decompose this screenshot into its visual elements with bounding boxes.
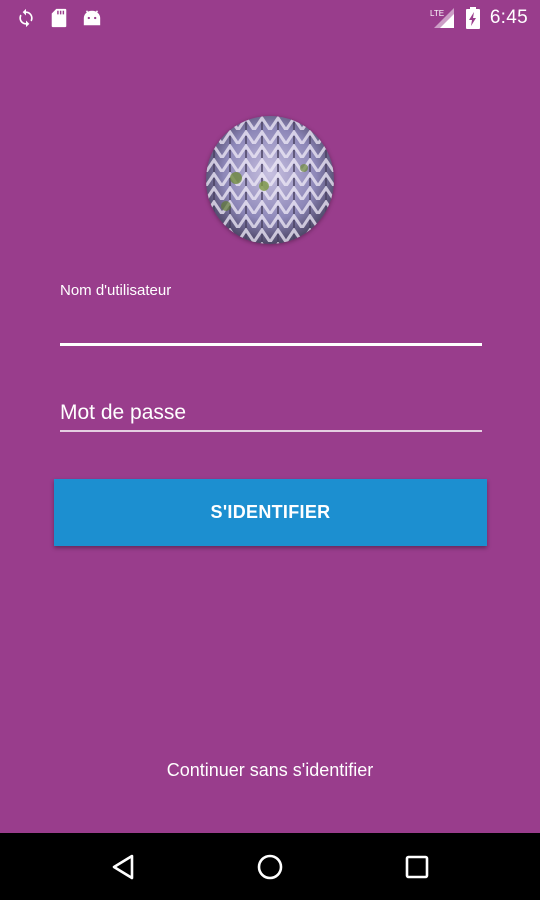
lte-signal-icon: LTE	[430, 7, 456, 29]
username-field-group: Nom d'utilisateur	[60, 282, 482, 346]
password-field-group	[60, 396, 482, 432]
continue-without-login-link[interactable]: Continuer sans s'identifier	[0, 760, 540, 781]
status-bar-right: LTE 6:45	[430, 7, 528, 29]
recents-icon[interactable]	[387, 837, 447, 897]
battery-charging-icon	[465, 7, 480, 29]
network-type-label: LTE	[430, 9, 444, 18]
status-clock: 6:45	[489, 7, 528, 28]
sync-icon	[16, 8, 36, 28]
home-icon[interactable]	[240, 837, 300, 897]
sign-in-button[interactable]: S'IDENTIFIER	[54, 479, 487, 546]
status-bar-left	[16, 8, 102, 28]
back-icon[interactable]	[93, 837, 153, 897]
password-input[interactable]	[60, 396, 482, 432]
sd-card-icon	[50, 8, 68, 28]
android-icon	[82, 9, 102, 27]
status-bar: LTE 6:45	[0, 0, 540, 36]
username-input[interactable]	[60, 302, 482, 346]
navigation-bar	[0, 833, 540, 900]
login-screen: LTE 6:45 Nom d'utilisateur S'IDENTIFIER …	[0, 0, 540, 900]
username-label: Nom d'utilisateur	[60, 282, 172, 299]
profile-avatar-image	[206, 116, 334, 244]
